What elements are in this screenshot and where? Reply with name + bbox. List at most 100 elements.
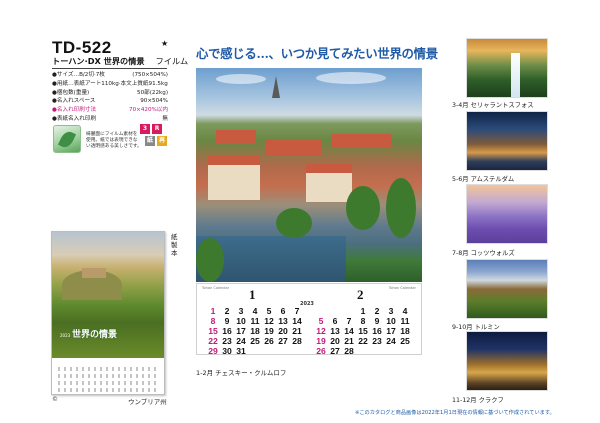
month-number-1: 1 [249,287,256,302]
title-divider [52,68,167,69]
paper-badge-icon: 紙 [145,136,155,146]
spec-name-space: ●名入れスペース 90×504% [52,98,168,105]
calendar-day: 22 [358,336,368,346]
calendar-brand-left: Tohan Calendar [202,286,230,290]
calendar-day: 9 [374,316,380,326]
calendar-day: 4 [252,306,258,316]
calendar-day: 8 [210,316,216,326]
calendar-day: 19 [316,336,326,346]
calendar-day: 10 [236,316,246,326]
calendar-day: 26 [316,346,326,356]
spec-packing: ●梱包数(重量) 50部(22kg) [52,89,168,96]
spec-size: ●サイズ…B/2切·7枚 (750×504%) [52,72,168,78]
spec-print-size: ●名入れ印刷寸法 70×420%以内 [52,107,168,114]
calendar-day: 27 [330,346,340,356]
calendar-day: 13 [330,326,340,336]
badge-group-top: 3 R [140,124,162,134]
thumbnail-caption: 11-12月 クラクフ [452,397,504,404]
calendar-day: 18 [250,326,260,336]
mockup-year: 2023 [60,333,71,338]
calendar-day: 16 [372,326,382,336]
calendar-day: 16 [222,326,232,336]
calendar-day: 15 [358,326,368,336]
calendar-day: 3 [388,306,394,316]
calendar-day: 14 [344,326,354,336]
calendar-day: 5 [266,306,272,316]
calendar-day: 24 [386,336,396,346]
calendar-day: 8 [360,316,366,326]
calendar-day: 2 [224,306,230,316]
calendar-day: 10 [386,316,396,326]
thumbnail-seljalandsfoss [466,38,548,98]
calendar-day: 7 [294,306,300,316]
calendar-day: 28 [344,346,354,356]
product-title: トーハン·DX 世界の情景 フイルム [52,55,188,67]
main-photo-caption: 1-2月 チェスキー・クルムロフ [196,369,287,377]
calendar-day: 22 [208,336,218,346]
calendar-day: 9 [224,316,230,326]
calendar-brand-right: Tohan Calendar [388,286,416,290]
calendar-day: 28 [292,336,302,346]
thumbnail-caption: 5-6月 アムステルダム [452,176,515,183]
calendar-pages: Tohan Calendar Tohan Calendar 1 2 2023 1… [196,283,422,356]
church-spire [272,76,280,98]
calendar-day: 20 [330,336,340,346]
thumbnail-krakow [466,331,548,391]
thumbnail-amsterdam [466,111,548,171]
catalog-headline: 心で感じる…、いつか見てみたい世界の情景 [196,46,438,61]
badge-group-bottom: 紙 再 [145,136,167,146]
calendar-day: 6 [280,306,286,316]
calendar-day: 11 [400,316,410,326]
calendar-day: 13 [278,316,288,326]
film-note-text: 綺麗面にフイルム素材を使用。紙では表現できない透明感ある美しさです。 [86,132,142,150]
catalog-footnote: ※このカタログと商品画像は2022年1月1日現在の情報に基づいて作成されています… [355,410,555,416]
mockup-caption: ウンブリア州 [128,398,167,406]
spec-cover-print: ●表紙名入れ印刷無 [52,115,168,122]
film-label: フイルム [155,56,189,66]
calendar-day: 26 [264,336,274,346]
calendar-day: 3 [238,306,244,316]
main-photo-cesky-krumlov [196,68,422,282]
calendar-day: 12 [264,316,274,326]
calendar-day: 17 [236,326,246,336]
film-note: 綺麗面にフイルム素材を使用。紙では表現できない透明感ある美しさです。 3 R 紙… [52,124,167,158]
month-grid-february: 1 2 3 4 5 6 7 8 9 10 11 12 13 14 15 16 17 18 19 20 21 22 23 24 2… [314,306,412,356]
thumbnail-cotswolds [466,184,548,244]
spec-paper: ●用紙…表紙アート110kg·本文上質紙91.5kg [52,80,168,87]
product-name: トーハン·DX 世界の情景 [52,56,145,66]
calendar-day: 29 [208,346,218,356]
copyright-mark: © [52,396,58,403]
month-number-2: 2 [357,287,364,302]
calendar-day: 27 [278,336,288,346]
month-grid-january: 1 2 3 4 5 6 7 8 9 10 11 12 13 14 15 16 17 18 19 20 21 22 23 24 2… [206,306,304,356]
calendar-day: 19 [264,326,274,336]
spec-list: ●サイズ…B/2切·7枚 (750×504%) ●用紙…表紙アート110kg·本文… [52,71,168,124]
calendar-day: 17 [386,326,396,336]
calendar-day: 5 [318,316,324,326]
recycle-badge-icon: 再 [157,136,167,146]
calendar-day: 30 [222,346,232,356]
thumbnail-tolmin [466,259,548,319]
badge-icon: 3 [140,124,150,134]
calendar-day: 31 [236,346,246,356]
calendar-day: 18 [400,326,410,336]
calendar-day: 23 [372,336,382,346]
calendar-day: 12 [316,326,326,336]
calendar-day: 15 [208,326,218,336]
calendar-day: 21 [292,326,302,336]
star-icon: ★ [161,39,169,48]
calendar-day: 1 [210,306,216,316]
calendar-day: 25 [400,336,410,346]
calendar-day: 23 [222,336,232,346]
badge-icon: R [152,124,162,134]
calendar-day: 7 [346,316,352,326]
calendar-day: 2 [374,306,380,316]
hanging-calendar-mockup: 2023 世界の情景 [51,231,165,395]
thumbnail-caption: 7-8月 コッツウォルズ [452,250,515,257]
mockup-title: 世界の情景 [72,330,118,340]
calendar-day: 14 [292,316,302,326]
calendar-day: 4 [402,306,408,316]
thumbnail-caption: 3-4月 セリャラントスフォス [452,102,534,109]
calendar-day: 25 [250,336,260,346]
thumbnail-caption: 9-10月 トルミン [452,324,500,331]
